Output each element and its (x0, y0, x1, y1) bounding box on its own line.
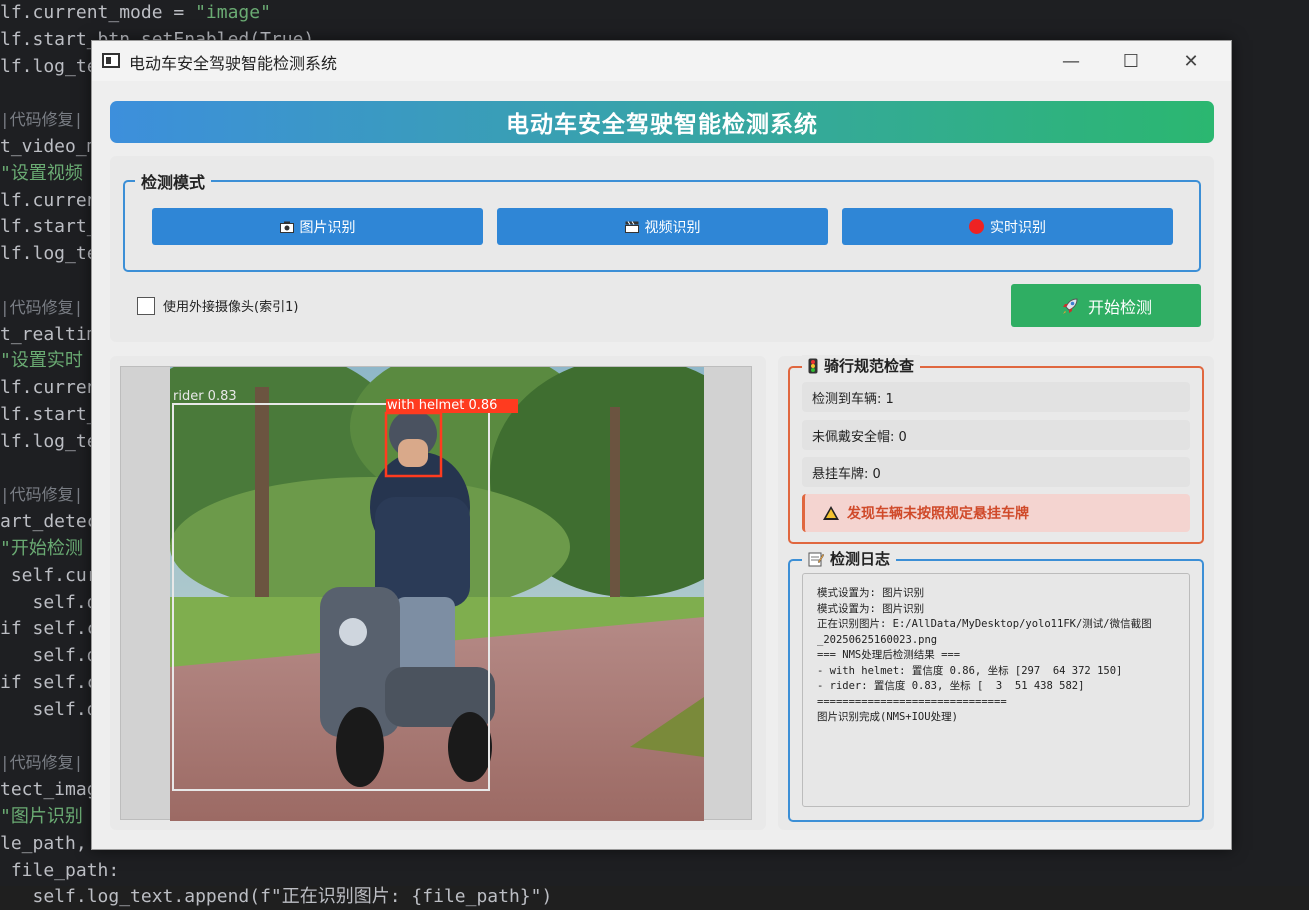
plate-warning-alert: 发现车辆未按照规定悬挂车牌 (802, 494, 1190, 532)
code-line: lf.current_mode = "image" (0, 2, 271, 23)
code-line: "设置视频 (0, 162, 83, 184)
plate-warning-text: 发现车辆未按照规定悬挂车牌 (847, 506, 1029, 522)
memo-icon (808, 552, 824, 566)
minimize-button[interactable]: — (1041, 41, 1101, 81)
close-button[interactable]: ✕ (1161, 41, 1221, 81)
image-frame: rider 0.83 with helmet 0.86 (120, 366, 752, 821)
rocket-icon (1062, 297, 1078, 314)
mode-panel: 检测模式 图片识别 视频识别 实时识别 使用外接摄像头(索引1) 开始检测 (110, 156, 1214, 342)
code-line: file_path: (0, 859, 120, 881)
image-mode-button[interactable]: 图片识别 (152, 208, 483, 245)
video-mode-label: 视频识别 (644, 219, 701, 236)
log-line: _20250625160023.png (817, 633, 938, 646)
code-line: le_path, (0, 832, 87, 854)
external-camera-checkbox[interactable]: 使用外接摄像头(索引1) (137, 296, 298, 315)
code-line: lf.log_te (0, 430, 98, 452)
code-line: t_realtim (0, 323, 98, 345)
detection-mode-group: 检测模式 图片识别 视频识别 实时识别 (123, 169, 1201, 272)
code-line: tect_imag (0, 779, 98, 801)
code-line: |代码修复| (0, 110, 84, 130)
code-line: "开始检测 (0, 538, 83, 559)
code-line: lf.start_ (0, 404, 98, 425)
realtime-mode-button[interactable]: 实时识别 (842, 208, 1173, 245)
code-line: |代码修复| (0, 753, 84, 773)
rider-detection-label: rider 0.83 (173, 389, 237, 404)
code-line: art_detec (0, 511, 98, 533)
plate-count-row: 悬挂车牌: 0 (802, 457, 1190, 487)
external-camera-label: 使用外接摄像头(索引1) (163, 300, 299, 315)
code-line: |代码修复| (0, 485, 84, 505)
title-bar[interactable]: 电动车安全驾驶智能检测系统 — ☐ ✕ (92, 41, 1231, 81)
log-line: 模式设置为: 图片识别 (817, 602, 925, 615)
video-mode-button[interactable]: 视频识别 (497, 208, 828, 245)
code-line: self.log_text.append(f"正在识别图片: {file_pat… (0, 886, 553, 908)
no-helmet-count-row: 未佩戴安全帽: 0 (802, 420, 1190, 450)
clapperboard-icon (624, 220, 639, 233)
window-title: 电动车安全驾驶智能检测系统 (129, 54, 338, 73)
code-line: "设置实时 (0, 350, 83, 372)
riding-rules-title: 骑行规范检查 (802, 355, 921, 376)
riding-rules-group: 骑行规范检查 检测到车辆: 1 未佩戴安全帽: 0 悬挂车牌: 0 发现车辆未按… (788, 355, 1204, 544)
results-panel: 骑行规范检查 检测到车辆: 1 未佩戴安全帽: 0 悬挂车牌: 0 发现车辆未按… (778, 355, 1214, 830)
app-window: 电动车安全驾驶智能检测系统 — ☐ ✕ 电动车安全驾驶智能检测系统 检测模式 图… (91, 40, 1232, 850)
checkbox-box[interactable] (137, 296, 155, 315)
code-line: lf.curren (0, 189, 98, 211)
detection-result-image: rider 0.83 with helmet 0.86 (170, 367, 704, 821)
log-line: 模式设置为: 图片识别 (817, 587, 925, 599)
record-dot-icon (969, 219, 984, 234)
code-line: lf.curren (0, 377, 98, 399)
code-line: lf.log_te (0, 243, 98, 265)
maximize-button[interactable]: ☐ (1101, 41, 1161, 81)
app-banner-title: 电动车安全驾驶智能检测系统 (110, 101, 1214, 143)
detection-log-title: 检测日志 (802, 548, 897, 569)
log-line: - with helmet: 置信度 0.86, 坐标 [297 64 372 … (817, 664, 1123, 677)
log-line: 图片识别完成(NMS+IOU处理) (817, 711, 958, 723)
detection-log-title-text: 检测日志 (830, 550, 891, 568)
riding-rules-title-text: 骑行规范检查 (824, 357, 915, 375)
detection-mode-title: 检测模式 (135, 169, 212, 193)
log-line: ============================== (817, 695, 1007, 708)
traffic-light-icon (808, 358, 818, 373)
image-mode-label: 图片识别 (299, 219, 356, 236)
code-line: t_video_m (0, 136, 98, 157)
detection-log-group: 检测日志 模式设置为: 图片识别 模式设置为: 图片识别 正在识别图片: E:/… (788, 548, 1204, 822)
app-window-icon (102, 53, 120, 68)
code-line: lf.log_te (0, 55, 98, 77)
detection-photo-svg (170, 367, 704, 821)
code-line: if self.c (0, 618, 98, 640)
code-line: |代码修复| (0, 297, 84, 317)
code-line: "图片识别 (0, 806, 83, 827)
code-line: if self.c (0, 672, 98, 693)
camera-icon (279, 221, 294, 233)
start-detection-label: 开始检测 (1087, 297, 1152, 317)
code-line: lf.start_ (0, 216, 98, 238)
detection-log-textarea[interactable]: 模式设置为: 图片识别 模式设置为: 图片识别 正在识别图片: E:/AllDa… (802, 573, 1190, 807)
image-display-panel: rider 0.83 with helmet 0.86 (110, 356, 766, 830)
vehicle-count-row: 检测到车辆: 1 (802, 382, 1190, 412)
warning-icon (823, 506, 839, 520)
log-line: === NMS处理后检测结果 === (817, 649, 961, 661)
realtime-mode-label: 实时识别 (990, 219, 1046, 236)
start-detection-button[interactable]: 开始检测 (1011, 284, 1201, 327)
log-line: - rider: 置信度 0.83, 坐标 [ 3 51 438 582] (817, 680, 1085, 692)
helmet-detection-label: with helmet 0.86 (387, 398, 498, 413)
code-line: self.cur (0, 564, 98, 586)
log-line: 正在识别图片: E:/AllData/MyDesktop/yolo11FK/测试… (817, 618, 1152, 630)
